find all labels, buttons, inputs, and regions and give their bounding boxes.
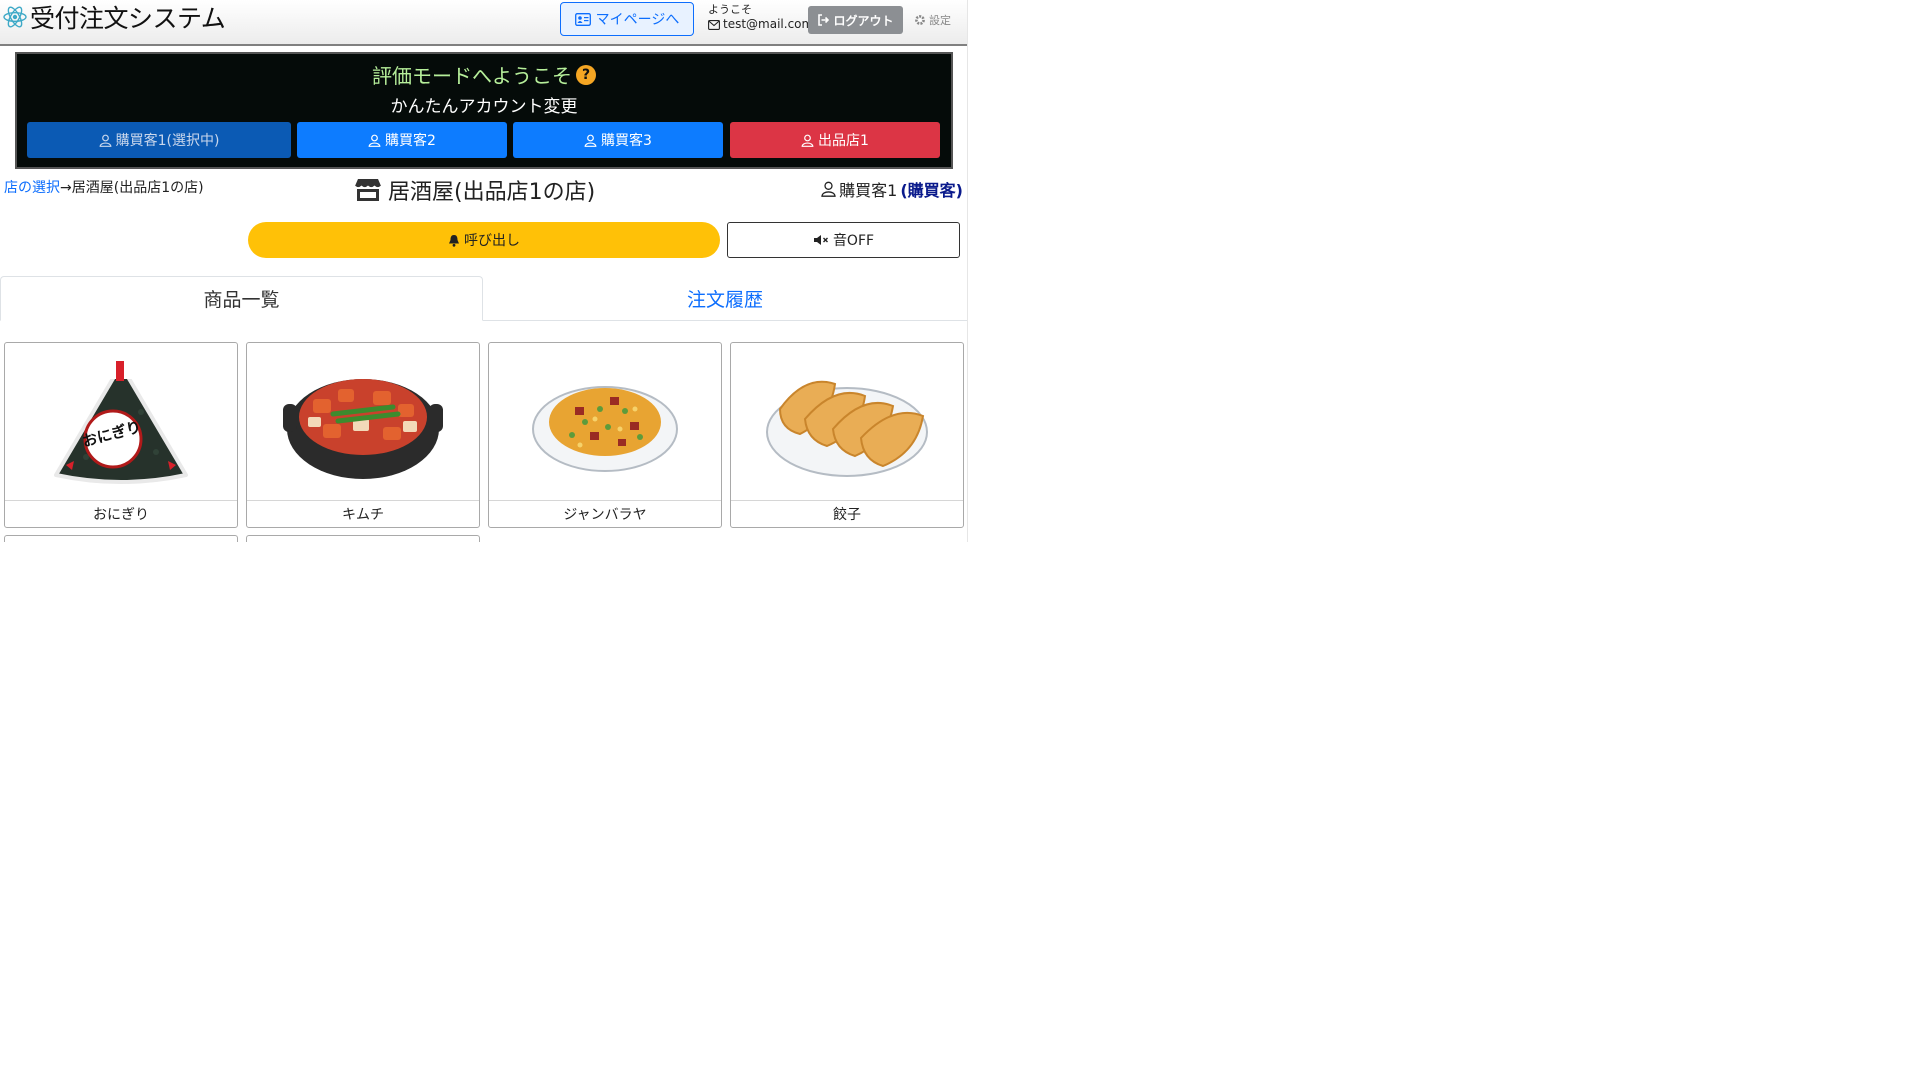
jambalaya-image (489, 343, 721, 501)
account-label: 購買客3 (601, 133, 652, 149)
welcome-label: ようこそ (708, 3, 752, 16)
account-button-buyer3[interactable]: 購買客3 (513, 122, 723, 158)
app-root: 受付注文システム マイページへ ようこそ test@mail.com ログアウト (0, 0, 968, 542)
user-icon (368, 134, 381, 147)
store-icon (354, 178, 382, 202)
product-card[interactable]: キムチ (246, 342, 480, 528)
account-label: 購買客1(選択中) (115, 133, 220, 149)
settings-link[interactable]: 設定 (914, 12, 951, 28)
product-name: ジャンバラヤ (563, 506, 647, 523)
breadcrumb-arrow: → (60, 180, 72, 196)
id-card-icon (574, 12, 591, 26)
sign-out-icon (817, 14, 830, 26)
user-icon (801, 134, 814, 147)
kimchi-image (247, 343, 479, 501)
breadcrumb: 店の選択→居酒屋(出品店1の店) (4, 177, 204, 197)
account-button-buyer2[interactable]: 購買客2 (297, 122, 507, 158)
product-card[interactable] (246, 535, 480, 542)
eval-title-text: 評価モードへようこそ (372, 64, 572, 88)
react-logo-icon (2, 4, 28, 30)
account-button-buyer1[interactable]: 購買客1(選択中) (27, 122, 291, 158)
onigiri-image: おにぎり (5, 343, 237, 501)
settings-label: 設定 (929, 14, 951, 27)
gyoza-image (731, 343, 963, 501)
account-label: 購買客2 (385, 133, 436, 149)
product-card[interactable]: おにぎり おにぎり (4, 342, 238, 528)
volume-mute-icon (813, 234, 829, 246)
sound-label: 音OFF (832, 233, 875, 249)
email-text: test@mail.com (723, 17, 814, 31)
call-label: 呼び出し (464, 233, 520, 249)
user-name: 購買客1 (839, 181, 898, 200)
product-name: キムチ (342, 506, 384, 523)
mypage-button[interactable]: マイページへ (560, 2, 694, 36)
product-card[interactable] (4, 535, 238, 542)
product-card[interactable]: ジャンバラヤ (488, 342, 722, 528)
shop-title-text: 居酒屋(出品店1の店) (388, 180, 596, 205)
gear-icon (914, 14, 926, 26)
logout-label: ログアウト (833, 13, 894, 28)
app-title: 受付注文システム (30, 4, 226, 33)
current-user: 購買客1 (購買客) (821, 177, 963, 201)
product-name: おにぎり (93, 506, 149, 523)
eval-mode-panel: 評価モードへようこそ ? かんたんアカウント変更 購買客1(選択中) 購買客2 … (15, 52, 953, 169)
sound-toggle-button[interactable]: 音OFF (727, 222, 960, 258)
account-label: 出品店1 (818, 133, 869, 149)
tab-order-history[interactable]: 注文履歴 (485, 276, 965, 320)
user-icon (99, 134, 112, 147)
product-name: 餃子 (833, 506, 861, 523)
breadcrumb-current: 居酒屋(出品店1の店) (71, 180, 204, 196)
bell-icon (448, 234, 460, 247)
logout-button[interactable]: ログアウト (808, 6, 903, 34)
account-button-seller1[interactable]: 出品店1 (730, 122, 940, 158)
mypage-label: マイページへ (595, 12, 680, 28)
product-card[interactable]: 餃子 (730, 342, 964, 528)
user-role: (購買客) (900, 181, 963, 200)
user-email: test@mail.com (708, 18, 813, 31)
eval-title: 評価モードへようこそ ? (17, 60, 951, 89)
tab-bar: 商品一覧 注文履歴 (0, 276, 967, 321)
user-icon (584, 134, 597, 147)
shop-title: 居酒屋(出品店1の店) (354, 174, 595, 206)
user-icon (821, 181, 836, 197)
tab-products[interactable]: 商品一覧 (0, 276, 483, 321)
envelope-icon (708, 19, 720, 30)
brand[interactable]: 受付注文システム (2, 2, 226, 33)
call-staff-button[interactable]: 呼び出し (248, 222, 720, 258)
breadcrumb-link-store-select[interactable]: 店の選択 (4, 180, 60, 196)
welcome-block: ようこそ test@mail.com (708, 3, 813, 31)
eval-subtitle: かんたんアカウント変更 (390, 97, 578, 117)
header-bar: 受付注文システム マイページへ ようこそ test@mail.com ログアウト (0, 0, 967, 46)
question-circle-icon[interactable]: ? (576, 64, 596, 85)
